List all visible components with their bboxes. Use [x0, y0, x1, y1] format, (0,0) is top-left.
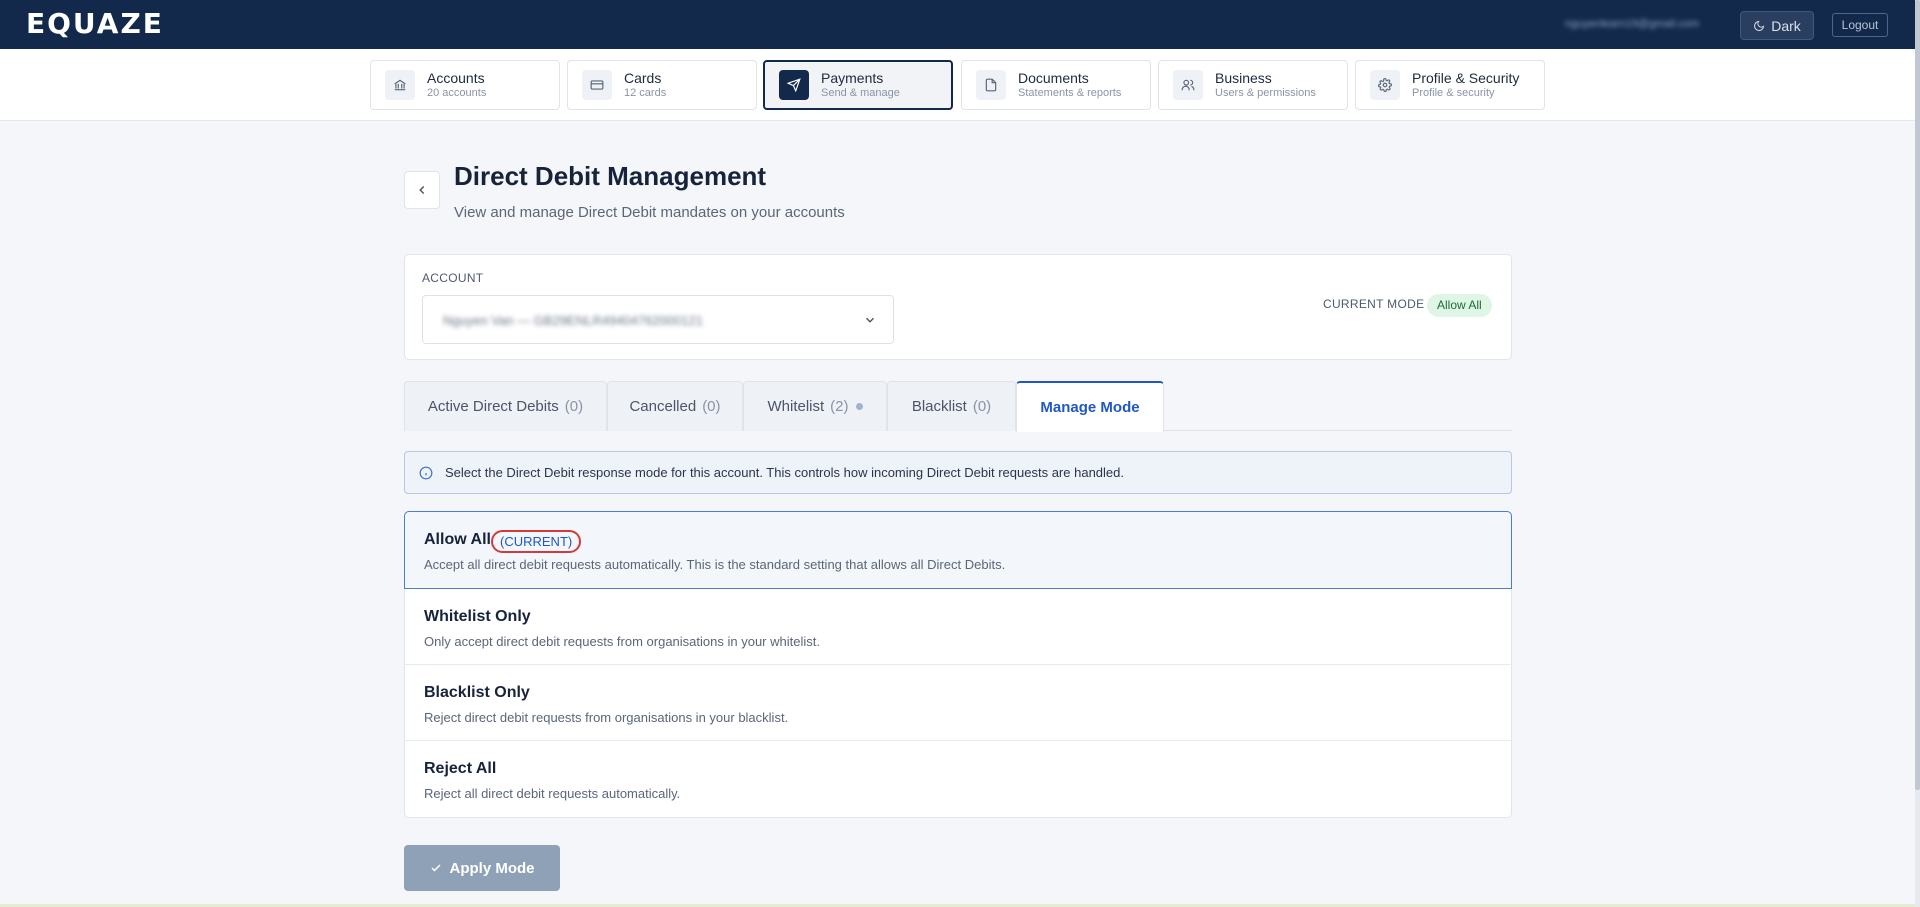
mode-option-description: Only accept direct debit requests from o…: [424, 634, 820, 649]
send-icon: [779, 70, 809, 100]
nav-item-title: Cards: [624, 70, 662, 86]
current-mode-tag: (CURRENT): [491, 530, 582, 553]
theme-toggle-label: Dark: [1771, 17, 1801, 34]
info-text: Select the Direct Debit response mode fo…: [445, 465, 1124, 480]
tab-whitelist[interactable]: Whitelist (2): [743, 381, 887, 431]
mode-option-description: Reject all direct debit requests automat…: [424, 786, 681, 801]
tab-count: (0): [564, 398, 584, 415]
user-email: nguyenlearn19@gmail.com: [1565, 18, 1700, 30]
document-icon: [976, 70, 1006, 100]
current-mode-label: CURRENT MODE: [1323, 297, 1425, 311]
chevron-left-icon: [419, 185, 425, 195]
nav-item-cards[interactable]: Cards 12 cards: [567, 60, 757, 110]
tab-indicator-dot: [855, 403, 863, 410]
tab-count: (2): [830, 398, 849, 415]
mode-option-whitelist-only[interactable]: Whitelist Only Only accept direct debit …: [405, 589, 1511, 665]
mode-option-title: Blacklist Only: [424, 684, 530, 701]
current-mode-badge: Allow All: [1427, 294, 1492, 317]
tab-count: (0): [702, 398, 721, 415]
tab-label: Whitelist: [767, 398, 825, 415]
nav-item-title: Business: [1215, 70, 1272, 86]
nav-item-payments[interactable]: Payments Send & manage: [763, 60, 953, 110]
theme-toggle-button[interactable]: Dark: [1740, 11, 1814, 40]
tab-label: Cancelled: [629, 398, 697, 415]
account-label: ACCOUNT: [422, 271, 484, 285]
nav-item-subtitle: Profile & security: [1412, 87, 1495, 99]
mode-option-description: Accept all direct debit requests automat…: [424, 557, 1006, 572]
mode-option-title: Allow All: [424, 531, 491, 548]
nav-item-title: Payments: [821, 70, 884, 86]
nav-item-title: Accounts: [427, 70, 485, 86]
check-icon: [430, 864, 441, 872]
apply-mode-label: Apply Mode: [449, 859, 535, 877]
users-icon: [1173, 70, 1203, 100]
tab-bar: Active Direct Debits (0) Cancelled (0) Whi…: [404, 381, 1512, 432]
tab-count: (0): [972, 398, 992, 415]
mode-option-reject-all[interactable]: Reject All Reject all direct debit reque…: [405, 741, 1511, 817]
account-select[interactable]: Nguyen Van — GB29ENLR49404762000121: [422, 295, 894, 344]
logout-button[interactable]: Logout: [1832, 13, 1888, 37]
mode-option-allow-all[interactable]: Allow All (CURRENT) Accept all direct de…: [404, 511, 1512, 589]
bank-icon: [385, 70, 415, 100]
mode-option-title: Whitelist Only: [424, 608, 531, 625]
page-scrollbar-thumb[interactable]: [1915, 0, 1920, 790]
tab-label: Active Direct Debits: [427, 398, 559, 415]
page-title: Direct Debit Management: [454, 161, 767, 191]
tab-active-direct-debits[interactable]: Active Direct Debits (0): [404, 381, 607, 431]
top-bar: EQUAZE nguyenlearn19@gmail.com Dark Logo…: [0, 0, 1920, 49]
moon-icon: [1754, 20, 1765, 31]
info-banner: Select the Direct Debit response mode fo…: [404, 451, 1512, 494]
account-select-value: Nguyen Van — GB29ENLR49404762000121: [443, 313, 703, 328]
mode-option-title: Reject All: [424, 760, 497, 777]
apply-mode-button[interactable]: Apply Mode: [404, 845, 560, 891]
nav-item-subtitle: 20 accounts: [427, 87, 487, 99]
back-button[interactable]: [404, 171, 440, 209]
account-card: ACCOUNT Nguyen Van — GB29ENLR49404762000…: [404, 254, 1512, 360]
tab-blacklist[interactable]: Blacklist (0): [887, 381, 1016, 431]
main-navigation: Accounts 20 accounts Cards 12 cards Paym…: [0, 49, 1915, 121]
tab-cancelled[interactable]: Cancelled (0): [607, 381, 743, 431]
nav-item-profile-security[interactable]: Profile & Security Profile & security: [1355, 60, 1545, 110]
nav-item-documents[interactable]: Documents Statements & reports: [961, 60, 1151, 110]
chevron-down-icon: [865, 317, 875, 323]
nav-item-subtitle: Statements & reports: [1018, 87, 1122, 99]
nav-item-subtitle: Users & permissions: [1215, 87, 1316, 99]
app-logo[interactable]: EQUAZE: [26, 10, 164, 38]
card-icon: [582, 70, 612, 100]
info-icon: [419, 466, 433, 479]
nav-item-title: Documents: [1018, 70, 1089, 86]
nav-item-subtitle: Send & manage: [821, 87, 900, 99]
nav-item-accounts[interactable]: Accounts 20 accounts: [370, 60, 560, 110]
tab-label: Manage Mode: [1040, 399, 1140, 416]
tab-label: Blacklist: [911, 398, 967, 415]
mode-option-description: Reject direct debit requests from organi…: [424, 710, 789, 725]
tab-manage-mode[interactable]: Manage Mode: [1016, 381, 1164, 432]
nav-item-title: Profile & Security: [1412, 70, 1520, 86]
mode-options-list: Allow All (CURRENT) Accept all direct de…: [404, 511, 1512, 818]
nav-item-business[interactable]: Business Users & permissions: [1158, 60, 1348, 110]
nav-item-subtitle: 12 cards: [624, 87, 667, 99]
gear-icon: [1370, 70, 1400, 100]
mode-option-blacklist-only[interactable]: Blacklist Only Reject direct debit reque…: [405, 665, 1511, 741]
page-subtitle: View and manage Direct Debit mandates on…: [454, 204, 845, 221]
